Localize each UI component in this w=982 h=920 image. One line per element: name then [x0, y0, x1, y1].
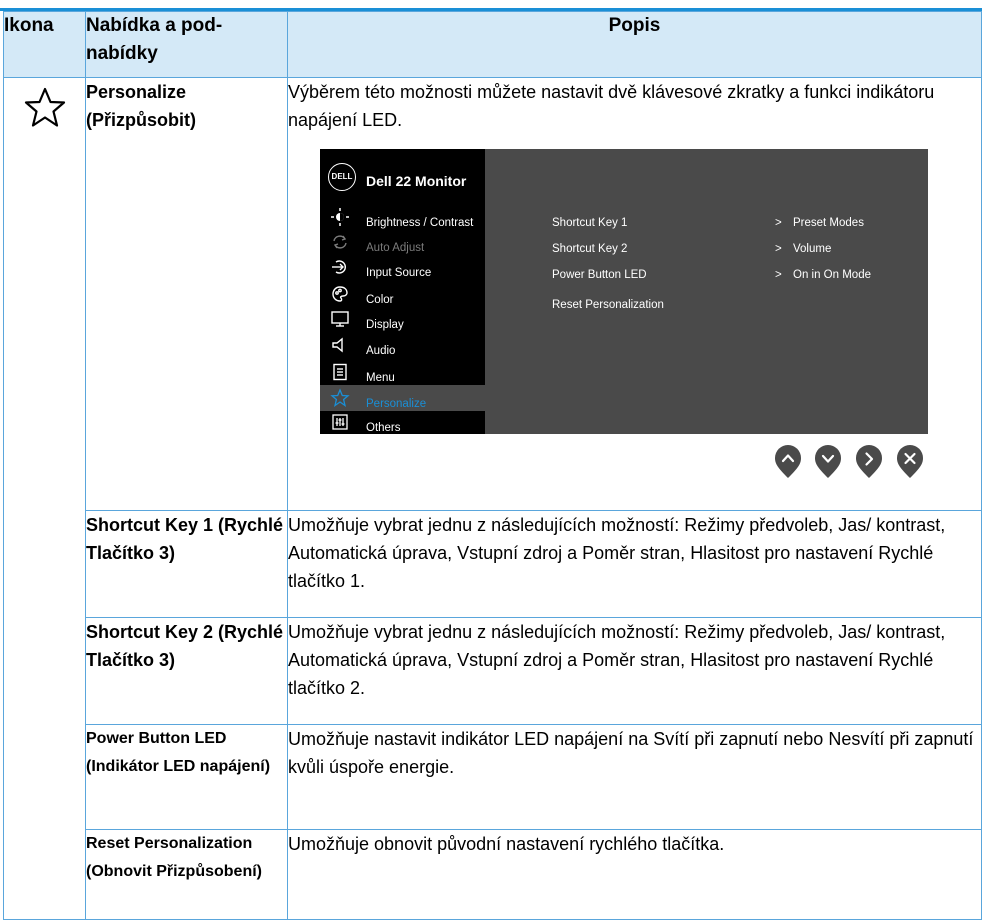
- desc-personalize: Výběrem této možnosti můžete nastavit dv…: [287, 77, 982, 511]
- menu-personalize: Personalize (Přizpůsobit): [85, 77, 288, 511]
- right-button[interactable]: [853, 444, 885, 480]
- submenu-value-shortcut-key-1: Preset Modes: [793, 217, 864, 229]
- auto-adjust-icon: [333, 235, 347, 249]
- submenu-reset-personalization[interactable]: Reset Personalization: [552, 291, 664, 319]
- submenu-shortcut-key-2[interactable]: Shortcut Key 2: [552, 235, 627, 263]
- osd-nav-buttons: [288, 434, 981, 484]
- submenu-value-power-button-led: On in On Mode: [793, 269, 871, 281]
- osd-item-personalize[interactable]: Personalize: [320, 385, 485, 411]
- desc-reset-personalization: Umožňuje obnovit původní nastavení rychl…: [287, 829, 982, 920]
- header-icon: Ikona: [3, 11, 86, 78]
- submenu-arrow: >: [775, 243, 782, 255]
- osd-item-menu[interactable]: Menu: [320, 359, 485, 385]
- submenu-arrow: >: [775, 269, 782, 281]
- osd-item-brightness[interactable]: Brightness / Contrast: [320, 204, 485, 230]
- menu-power-button-led: Power Button LED (Indikátor LED napájení…: [85, 724, 288, 830]
- osd-item-others[interactable]: Others: [320, 409, 485, 435]
- table-header-row: Ikona Nabídka a pod-nabídky Popis: [3, 11, 982, 78]
- brightness-icon: [331, 208, 349, 226]
- star-icon: [330, 388, 350, 408]
- menu-icon: [333, 363, 347, 381]
- down-button[interactable]: [812, 444, 844, 480]
- icon-cell: [3, 77, 86, 920]
- osd-item-display[interactable]: Display: [320, 306, 485, 332]
- header-description: Popis: [287, 11, 982, 78]
- star-icon: [24, 87, 65, 127]
- table-row: Personalize (Přizpůsobit) Výběrem této m…: [3, 77, 982, 920]
- submenu-shortcut-key-1[interactable]: Shortcut Key 1: [552, 209, 627, 237]
- audio-icon: [332, 337, 343, 353]
- header-menu: Nabídka a pod-nabídky: [85, 11, 288, 78]
- submenu-arrow: >: [775, 217, 782, 229]
- desc-power-button-led: Umožňuje nastavit indikátor LED napájení…: [287, 724, 982, 830]
- table-row: Shortcut Key 2 (Rychlé Tlačítko 3) Umožň…: [4, 617, 982, 725]
- table-row: Shortcut Key 1 (Rychlé Tlačítko 3) Umožň…: [4, 510, 982, 618]
- others-icon: [332, 414, 348, 430]
- menu-table: Ikona Nabídka a pod-nabídky Popis Person…: [3, 11, 982, 920]
- submenu-power-button-led[interactable]: Power Button LED: [552, 261, 647, 289]
- table-row: Power Button LED (Indikátor LED napájení…: [4, 724, 982, 830]
- up-button[interactable]: [772, 444, 804, 480]
- osd-item-auto-adjust: Auto Adjust: [320, 229, 485, 255]
- osd-screenshot: DELL Dell 22 Monitor Brightness / Contra…: [320, 149, 928, 434]
- desc-shortcut-key-1: Umožňuje vybrat jednu z následujících mo…: [287, 510, 982, 618]
- osd-item-color[interactable]: Color: [320, 281, 485, 307]
- submenu-value-shortcut-key-2: Volume: [793, 243, 832, 255]
- dell-logo: DELL: [328, 163, 356, 191]
- desc-shortcut-key-2: Umožňuje vybrat jednu z následujících mo…: [287, 617, 982, 725]
- osd-title: Dell 22 Monitor: [366, 173, 467, 189]
- close-button[interactable]: [894, 444, 926, 480]
- display-icon: [331, 311, 349, 327]
- desc-personalize-text: Výběrem této možnosti můžete nastavit dv…: [288, 82, 935, 130]
- osd-item-audio[interactable]: Audio: [320, 332, 485, 358]
- menu-reset-personalization: Reset Personalization (Obnovit Přizpůsob…: [85, 829, 288, 920]
- menu-shortcut-key-2: Shortcut Key 2 (Rychlé Tlačítko 3): [85, 617, 288, 725]
- menu-shortcut-key-1: Shortcut Key 1 (Rychlé Tlačítko 3): [85, 510, 288, 618]
- osd-item-input-source[interactable]: Input Source: [320, 254, 485, 280]
- input-source-icon: [332, 260, 346, 274]
- color-icon: [332, 286, 348, 302]
- table-row: Reset Personalization (Obnovit Přizpůsob…: [4, 829, 982, 920]
- osd-header: DELL Dell 22 Monitor: [320, 149, 928, 204]
